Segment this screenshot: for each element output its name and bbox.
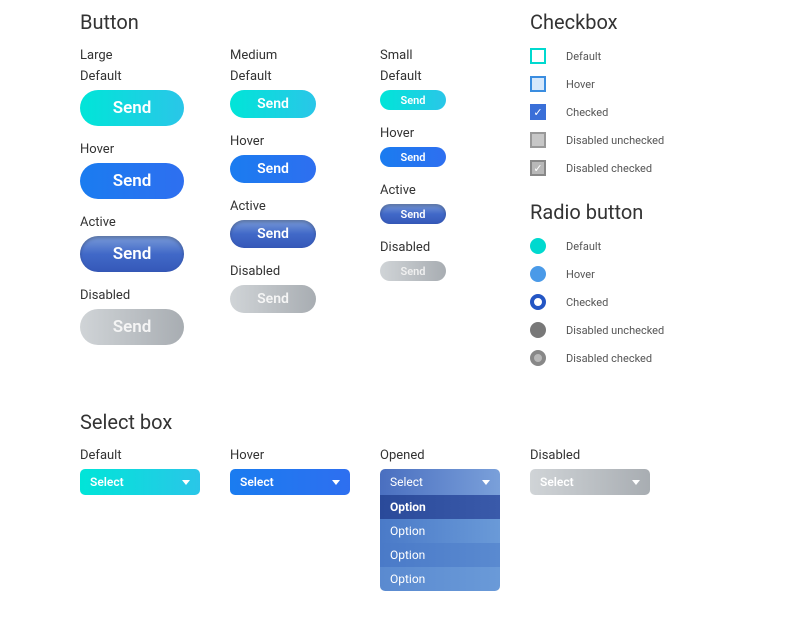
send-button-small-disabled: Send <box>380 261 446 281</box>
send-button-medium-default[interactable]: Send <box>230 90 316 118</box>
select-option[interactable]: Option <box>380 567 500 591</box>
check-icon: ✓ <box>533 107 542 118</box>
select-opened[interactable]: Select <box>380 469 500 495</box>
select-label: Select <box>540 475 574 489</box>
label-select-hover: Hover <box>230 448 380 463</box>
checkbox-title: Checkbox <box>530 10 728 34</box>
radio-title: Radio button <box>530 200 728 224</box>
send-button-large-hover[interactable]: Send <box>80 163 184 199</box>
checkbox-disabled-unchecked <box>530 132 546 148</box>
radio-disabled-checked <box>530 350 546 366</box>
label-select-default: Default <box>80 448 230 463</box>
select-title: Select box <box>80 410 728 434</box>
caret-down-icon <box>182 480 190 485</box>
check-icon: ✓ <box>533 163 542 174</box>
checkbox-hover[interactable] <box>530 76 546 92</box>
checkbox-default[interactable] <box>530 48 546 64</box>
label-select-opened: Opened <box>380 448 530 463</box>
label-small: Small <box>380 48 530 63</box>
radio-disabled-unchecked <box>530 322 546 338</box>
select-label: Select <box>390 475 423 489</box>
select-label: Select <box>240 475 274 489</box>
caret-down-icon <box>332 480 340 485</box>
checkbox-label-du: Disabled unchecked <box>566 134 664 147</box>
label-default: Default <box>230 69 380 84</box>
radio-hover[interactable] <box>530 266 546 282</box>
buttons-title: Button <box>80 10 530 34</box>
send-button-large-default[interactable]: Send <box>80 90 184 126</box>
caret-down-icon <box>632 480 640 485</box>
label-hover: Hover <box>380 126 530 141</box>
radio-label-checked: Checked <box>566 296 608 309</box>
label-hover: Hover <box>80 142 230 157</box>
select-option[interactable]: Option <box>380 519 500 543</box>
select-option[interactable]: Option <box>380 543 500 567</box>
checkbox-label-hover: Hover <box>566 78 595 91</box>
radio-default[interactable] <box>530 238 546 254</box>
send-button-medium-disabled: Send <box>230 285 316 313</box>
select-option[interactable]: Option <box>380 495 500 519</box>
label-medium: Medium <box>230 48 380 63</box>
label-default: Default <box>80 69 230 84</box>
label-hover: Hover <box>230 134 380 149</box>
label-select-disabled: Disabled <box>530 448 680 463</box>
send-button-small-hover[interactable]: Send <box>380 147 446 167</box>
radio-label-du: Disabled unchecked <box>566 324 664 337</box>
radio-checked[interactable] <box>530 294 546 310</box>
send-button-medium-active[interactable]: Send <box>230 220 316 248</box>
caret-down-icon <box>482 480 490 485</box>
select-disabled: Select <box>530 469 650 495</box>
label-active: Active <box>80 215 230 230</box>
label-default: Default <box>380 69 530 84</box>
checkbox-disabled-checked: ✓ <box>530 160 546 176</box>
select-hover[interactable]: Select <box>230 469 350 495</box>
label-disabled: Disabled <box>230 264 380 279</box>
radio-label-dc: Disabled checked <box>566 352 652 365</box>
checkbox-label-dc: Disabled checked <box>566 162 652 175</box>
radio-label-hover: Hover <box>566 268 595 281</box>
select-options-list: Option Option Option Option <box>380 495 500 591</box>
label-active: Active <box>380 183 530 198</box>
checkbox-checked[interactable]: ✓ <box>530 104 546 120</box>
label-disabled: Disabled <box>80 288 230 303</box>
label-disabled: Disabled <box>380 240 530 255</box>
send-button-large-active[interactable]: Send <box>80 236 184 272</box>
select-label: Select <box>90 475 124 489</box>
checkbox-label-default: Default <box>566 50 601 63</box>
radio-label-default: Default <box>566 240 601 253</box>
send-button-large-disabled: Send <box>80 309 184 345</box>
checkbox-label-checked: Checked <box>566 106 608 119</box>
send-button-medium-hover[interactable]: Send <box>230 155 316 183</box>
send-button-small-active[interactable]: Send <box>380 204 446 224</box>
select-default[interactable]: Select <box>80 469 200 495</box>
label-active: Active <box>230 199 380 214</box>
send-button-small-default[interactable]: Send <box>380 90 446 110</box>
label-large: Large <box>80 48 230 63</box>
